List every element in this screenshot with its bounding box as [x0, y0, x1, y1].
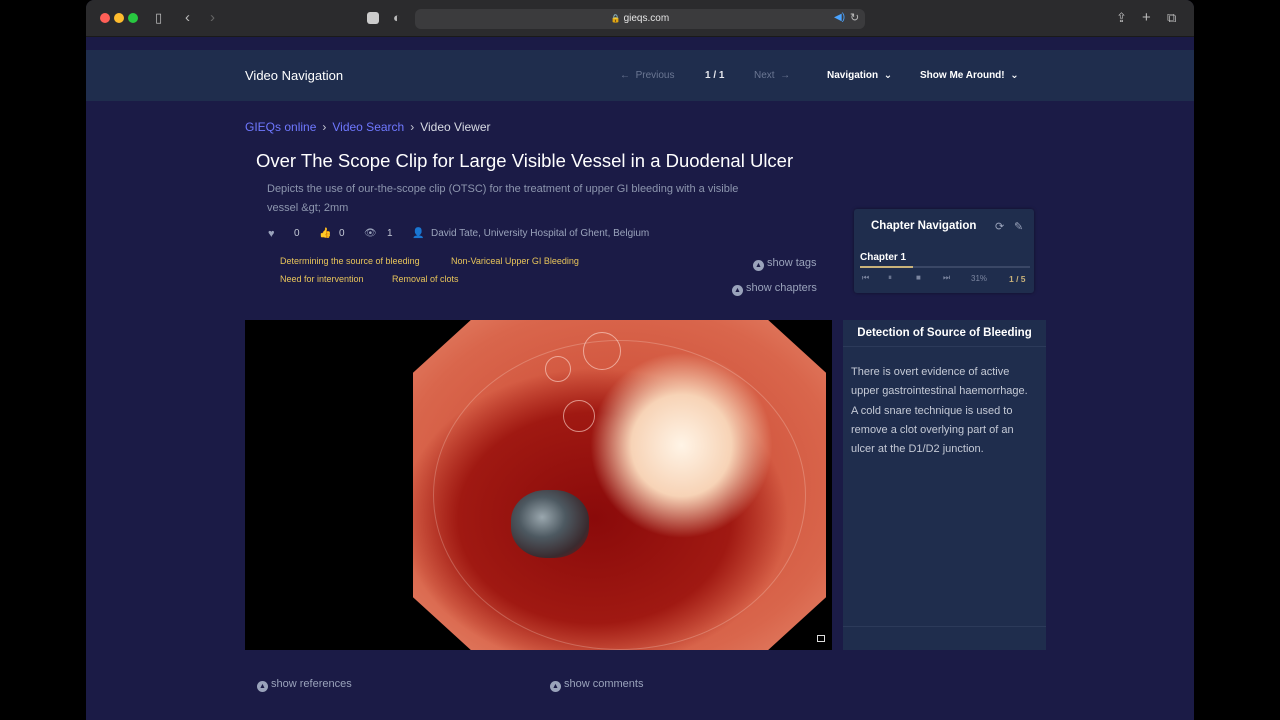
show-tags-toggle[interactable]: ▲ show tags	[753, 257, 817, 271]
thumbs-up-icon[interactable]: 👍	[319, 228, 331, 239]
forward-icon[interactable]: ›	[210, 10, 215, 25]
tag[interactable]: Removal of clots	[392, 274, 459, 284]
breadcrumb-video-search[interactable]: Video Search	[332, 120, 404, 134]
arrow-left-icon: ←	[620, 70, 630, 81]
video-description: Depicts the use of our-the-scope clip (O…	[267, 183, 739, 214]
address-bar[interactable]: 🔒 gieqs.com ◀) ↻	[415, 9, 865, 29]
tag[interactable]: Determining the source of bleeding	[280, 256, 420, 266]
likes-count: 0	[294, 228, 300, 239]
previous-button[interactable]: ← Previous	[620, 70, 674, 81]
heart-icon[interactable]: ♥	[268, 228, 275, 240]
skip-forward-icon[interactable]: ⏭	[943, 273, 950, 283]
thumbs-count: 0	[339, 228, 345, 239]
shield-icon[interactable]: ◐	[393, 11, 401, 24]
edit-icon[interactable]: ✎	[1014, 220, 1023, 233]
user-icon: 👤	[412, 228, 425, 239]
chapter-navigation: Chapter Navigation ⟳ ✎ Chapter 1 ⏮ ⏸ ■ ⏭…	[854, 209, 1034, 293]
show-references-toggle[interactable]: ▲ show references	[257, 678, 352, 692]
new-tab-icon[interactable]: +	[1142, 10, 1151, 25]
chapter-count: 1 / 5	[1009, 274, 1026, 284]
chapter-description-panel: Detection of Source of Bleeding There is…	[843, 320, 1046, 650]
navbar-title: Video Navigation	[245, 68, 344, 83]
breadcrumb-gieqs-online[interactable]: GIEQs online	[245, 120, 316, 134]
skip-back-icon[interactable]: ⏮	[862, 273, 869, 283]
tag[interactable]: Need for intervention	[280, 274, 364, 284]
chevron-down-icon: ⌄	[1010, 70, 1019, 81]
next-button[interactable]: Next →	[754, 70, 790, 81]
chapter-panel-footer	[843, 626, 1046, 650]
speaker-icon[interactable]: ◀)	[834, 13, 845, 23]
show-comments-toggle[interactable]: ▲ show comments	[550, 678, 643, 692]
browser-toolbar: ▯ ‹ › ◐ 🔒 gieqs.com ◀) ↻ ⇪ + ⧉	[86, 0, 1194, 37]
minimize-window-button[interactable]	[114, 13, 124, 23]
chapter-navigation-title: Chapter Navigation	[871, 220, 977, 232]
lock-icon: 🔒	[610, 14, 621, 23]
arrow-right-icon: →	[780, 70, 791, 81]
chapter-panel-body: There is overt evidence of active upper …	[851, 366, 1028, 456]
tab-overview-icon[interactable]: ⧉	[1167, 11, 1176, 24]
chevron-up-icon: ▲	[732, 285, 743, 296]
top-navbar: Video Navigation ← Previous 1 / 1 Next →…	[86, 50, 1194, 101]
pause-icon[interactable]: ⏸	[888, 273, 892, 283]
chevron-up-icon: ▲	[257, 681, 268, 692]
chevron-right-icon: ›	[322, 120, 327, 134]
page-indicator: 1 / 1	[705, 70, 725, 81]
show-chapters-toggle[interactable]: ▲ show chapters	[732, 282, 817, 296]
chevron-down-icon: ⌄	[883, 70, 893, 81]
chapter-panel-title: Detection of Source of Bleeding	[843, 320, 1046, 347]
views-count: 1	[387, 228, 393, 239]
stop-icon[interactable]: ■	[916, 273, 921, 282]
chapter-progress-label: 31%	[971, 274, 988, 283]
eye-icon: 👁	[364, 228, 377, 239]
navigation-dropdown[interactable]: Navigation ⌄	[827, 70, 892, 81]
tab-icon[interactable]	[367, 12, 379, 24]
reload-icon[interactable]: ↻	[850, 13, 859, 24]
chevron-right-icon: ›	[410, 120, 415, 134]
video-player[interactable]	[245, 320, 832, 650]
sidebar-icon[interactable]: ▯	[155, 11, 162, 24]
endoscopy-video-frame	[413, 320, 826, 650]
url-text: 🔒 gieqs.com	[610, 13, 670, 24]
chapter-progress-bar[interactable]	[860, 266, 1030, 268]
share-icon[interactable]: ⇪	[1116, 11, 1127, 24]
current-chapter: Chapter 1	[860, 252, 907, 263]
tag[interactable]: Non-Variceal Upper GI Bleeding	[451, 256, 579, 266]
chevron-up-icon: ▲	[753, 260, 764, 271]
fullscreen-icon[interactable]	[817, 635, 825, 642]
breadcrumb-current: Video Viewer	[420, 120, 491, 134]
chevron-up-icon: ▲	[550, 681, 561, 692]
sync-icon[interactable]: ⟳	[995, 220, 1004, 233]
breadcrumb: GIEQs online › Video Search › Video Viewer	[245, 120, 491, 134]
chapter-progress-fill	[860, 266, 913, 268]
close-window-button[interactable]	[100, 13, 110, 23]
back-icon[interactable]: ‹	[185, 10, 190, 25]
page-title: Over The Scope Clip for Large Visible Ve…	[256, 150, 794, 171]
scope-cap-ring	[433, 340, 806, 650]
zoom-window-button[interactable]	[128, 13, 138, 23]
browser-window: ▯ ‹ › ◐ 🔒 gieqs.com ◀) ↻ ⇪ + ⧉ Video Nav…	[86, 0, 1194, 720]
show-me-around-dropdown[interactable]: Show Me Around! ⌄	[920, 70, 1019, 81]
author: David Tate, University Hospital of Ghent…	[431, 228, 650, 239]
